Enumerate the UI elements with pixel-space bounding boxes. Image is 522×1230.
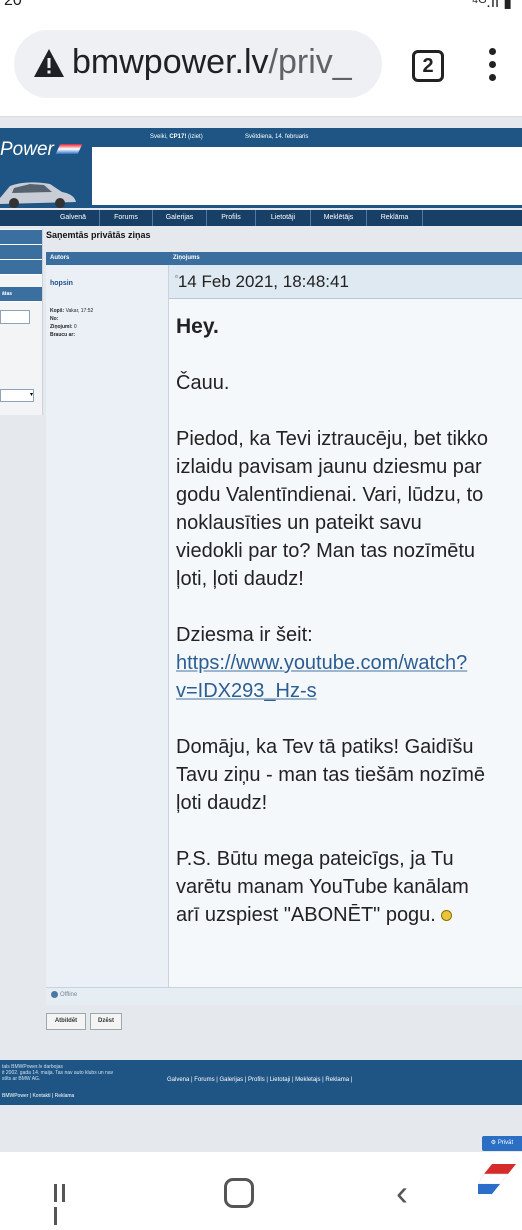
message-paragraph: P.S. Būtu mega pateicīgs, ja Tu varētu m… [176,848,469,926]
author-details: Kopš: Vakar, 17:52 No: Ziņojumi: 0 Brauc… [50,308,94,338]
status-dot-icon [51,991,58,998]
recent-apps-icon[interactable] [54,1184,76,1225]
more-menu-icon[interactable] [486,48,500,84]
home-icon[interactable] [224,1178,254,1208]
author-cell [46,265,169,1005]
message-paragraph: Piedod, ka Tevi iztraucēju, bet tikko iz… [176,428,489,590]
nav-mekletajs[interactable]: Meklētājs [311,210,367,226]
message-greeting: Hey. [176,315,219,338]
warning-icon[interactable] [32,46,66,80]
web-page: Power Sveiki, CP17! (iziet) Svētdiena, 1… [0,117,522,1152]
footer-links[interactable]: Galvena | Forums | Galerijas | Profils |… [167,1077,352,1083]
greeting: Sveiki, CP17! (iziet) [150,134,203,140]
browser-toolbar: bmwpower.lv/priv_ 2 [0,12,522,117]
smiley-icon [441,910,453,922]
author-name[interactable]: hopsin [50,280,73,287]
sidebar-row[interactable] [0,245,42,260]
car-image [0,182,76,208]
message-date: ▫14 Feb 2021, 18:48:41 [175,272,349,291]
page-title: Saņemtās privātās ziņas [46,230,151,240]
footer-bottom-links[interactable]: BMWPower | Kontakti | Reklama [2,1093,74,1099]
clock: 20 [4,0,22,9]
nav-galerijas[interactable]: Galerijas [153,210,207,226]
nav-profils[interactable]: Profils [207,210,256,226]
message-paragraph: Domāju, ka Tev tā patiks! Gaidīšu Tavu z… [176,736,486,814]
logo-stripe-icon [55,144,83,154]
nav-forums[interactable]: Forums [100,210,153,226]
header-date: Svētdiena, 14. februaris [245,134,309,140]
column-message: Ziņojums [173,255,200,261]
address-bar[interactable]: bmwpower.lv/priv_ [14,30,382,98]
site-logo[interactable]: Power [0,139,54,161]
tab-switcher-button[interactable]: 2 [412,50,444,82]
url-text[interactable]: bmwpower.lv/priv_ [72,43,352,82]
offline-status: Offline [51,991,77,998]
column-author: Autors [50,255,70,261]
sidebar-row[interactable] [0,230,42,245]
back-icon[interactable]: ‹ [396,1175,408,1211]
sidebar-label: ātas [2,291,13,297]
app-logo-icon [478,1164,516,1194]
sidebar-input[interactable] [0,310,30,324]
nav-lietotaji[interactable]: Lietotāji [256,210,311,226]
nav-galvena[interactable]: Galvenā [47,210,100,226]
nav-reklama[interactable]: Reklāma [367,210,423,226]
footer-about: tals BMWPower.lv darbojas it 2002. gada … [2,1064,114,1082]
system-nav-bar: ‹ [0,1152,522,1225]
table-header [46,252,522,265]
message-paragraph: Dziesma ir šeit: https://www.youtube.com… [176,624,468,702]
banner-area [92,147,522,205]
reply-button[interactable]: Atbildēt [46,1013,86,1030]
message-paragraph: Čauu. [176,372,230,394]
private-messages-button[interactable]: ⚙ Privāt [482,1136,522,1151]
youtube-link[interactable]: https://www.youtube.com/watch? v=IDX293_H… [176,652,467,702]
signal-battery-icons: ⁴ᴳ.ıl ▮ [471,0,512,11]
sidebar-select[interactable]: ▾ [0,389,34,402]
delete-button[interactable]: Dzēst [90,1013,122,1030]
sidebar-row[interactable] [0,260,42,275]
message-text: Hey. Čauu. Piedod, ka Tevi iztraucēju, b… [176,313,522,957]
status-bar: 20 ⁴ᴳ.ıl ▮ [0,0,522,12]
status-row [46,987,522,1005]
